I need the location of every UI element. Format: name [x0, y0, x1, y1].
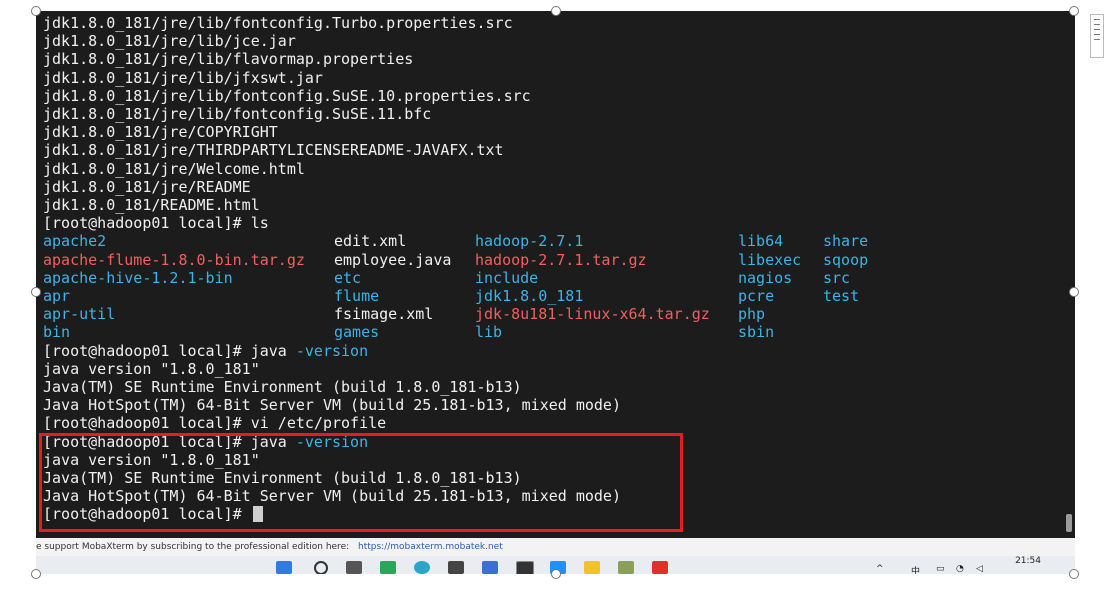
ls-entry: flume	[334, 287, 380, 305]
windows-start-icon[interactable]	[276, 561, 292, 574]
terminal-line: Java HotSpot(TM) 64-Bit Server VM (build…	[43, 396, 621, 415]
wifi-icon[interactable]: ◔	[956, 564, 964, 574]
resize-handle-bottom[interactable]	[551, 569, 561, 579]
ls-entry: apr-util	[43, 305, 116, 324]
resize-handle-left[interactable]	[31, 287, 41, 297]
terminal-line: jdk1.8.0_181/jre/README	[43, 177, 251, 196]
ls-entry: jdk-8u181-linux-x64.tar.gz	[475, 305, 710, 324]
ls-entry: lib	[475, 323, 503, 342]
edge-icon[interactable]	[414, 561, 430, 574]
terminal-line: jdk1.8.0_181/jre/THIRDPARTYLICENSEREADME…	[43, 141, 504, 160]
command-flag: -version	[295, 341, 369, 360]
app-icon[interactable]	[482, 561, 498, 574]
resize-handle-top-right[interactable]	[1069, 6, 1079, 16]
clock[interactable]: 21:54	[1015, 556, 1041, 566]
ls-entry: fsimage.xml	[334, 305, 434, 324]
ls-entry: include	[475, 268, 539, 287]
ls-entry: lib64	[738, 232, 784, 251]
display-icon[interactable]: ▭	[936, 564, 945, 574]
typora-icon[interactable]	[448, 561, 464, 574]
search-icon[interactable]	[314, 561, 328, 574]
resize-handle-top[interactable]	[551, 6, 561, 16]
ls-entry: apache-hive-1.2.1-bin	[43, 268, 233, 287]
terminal-line: [root@hadoop01 local]# ls	[43, 214, 269, 233]
scrollbar[interactable]	[1064, 11, 1072, 538]
terminal-line: jdk1.8.0_181/README.html	[43, 196, 260, 214]
ls-entry: games	[334, 323, 380, 342]
shell-prompt: [root@hadoop01 local]#	[43, 341, 251, 360]
ls-entry: bin	[43, 323, 71, 342]
ls-entry: employee.java	[334, 250, 452, 269]
volume-icon[interactable]: ◁	[976, 564, 983, 574]
ls-entry: libexec	[738, 250, 802, 269]
ls-entry: sbin	[738, 323, 775, 342]
terminal-line: java version "1.8.0_181"	[43, 359, 260, 378]
ls-entry: php	[738, 305, 766, 324]
terminal-line: jdk1.8.0_181/jre/lib/jfxswt.jar	[43, 68, 323, 87]
file-explorer-icon[interactable]	[584, 561, 600, 574]
ls-entry: hadoop-2.7.1	[475, 232, 584, 251]
ls-entry: hadoop-2.7.1.tar.gz	[475, 250, 647, 269]
terminal-line: jdk1.8.0_181/jre/COPYRIGHT	[43, 123, 278, 142]
mobaxterm-icon[interactable]	[516, 561, 534, 574]
terminal-line: jdk1.8.0_181/jre/lib/jce.jar	[43, 32, 296, 51]
terminal-line: [root@hadoop01 local]# vi /etc/profile	[43, 414, 387, 433]
mobaxterm-link[interactable]: https://mobaxterm.mobatek.net	[358, 542, 503, 552]
ls-entry: test	[823, 287, 860, 305]
command-text: java	[250, 341, 296, 360]
highlight-box	[39, 433, 683, 532]
status-bar: e support MobaXterm by subscribing to th…	[36, 538, 1075, 556]
ime-icon[interactable]: 中	[911, 564, 920, 574]
ls-entry: src	[823, 268, 851, 287]
scroll-thumb[interactable]	[1066, 514, 1072, 532]
terminal-line: jdk1.8.0_181/jre/lib/flavormap.propertie…	[43, 50, 414, 69]
ls-entry: apache2	[43, 232, 107, 251]
folder-icon[interactable]	[618, 561, 634, 574]
ls-entry: edit.xml	[334, 232, 407, 251]
terminal-line: jdk1.8.0_181/jre/Welcome.html	[43, 159, 305, 178]
ls-entry: share	[823, 232, 869, 251]
terminal-line: Java(TM) SE Runtime Environment (build 1…	[43, 378, 522, 396]
wechat-icon[interactable]	[380, 561, 396, 574]
ls-entry: pcre	[738, 287, 775, 305]
ls-entry: nagios	[738, 268, 793, 287]
task-view-icon[interactable]	[346, 561, 362, 574]
resize-handle-bottom-right[interactable]	[1069, 569, 1079, 579]
terminal-line: jdk1.8.0_181/jre/lib/fontconfig.SuSE.10.…	[43, 86, 531, 105]
ls-entry: apr	[43, 287, 71, 305]
terminal-line: [root@hadoop01 local]# java -version	[43, 342, 368, 360]
ls-entry: sqoop	[823, 250, 869, 269]
ls-entry: etc	[334, 268, 362, 287]
resize-handle-bottom-left[interactable]	[31, 569, 41, 579]
terminal-line: jdk1.8.0_181/jre/lib/fontconfig.Turbo.pr…	[43, 14, 513, 32]
resize-handle-right[interactable]	[1069, 287, 1079, 297]
wps-icon[interactable]	[652, 561, 668, 574]
side-document-icon	[1090, 14, 1104, 58]
status-message: e support MobaXterm by subscribing to th…	[36, 542, 350, 552]
ls-entry: jdk1.8.0_181	[475, 287, 584, 305]
terminal-line: jdk1.8.0_181/jre/lib/fontconfig.SuSE.11.…	[43, 105, 432, 123]
ls-entry: apache-flume-1.8.0-bin.tar.gz	[43, 250, 305, 269]
resize-handle-top-left[interactable]	[31, 6, 41, 16]
tray-chevron-icon[interactable]: ^	[876, 564, 884, 574]
